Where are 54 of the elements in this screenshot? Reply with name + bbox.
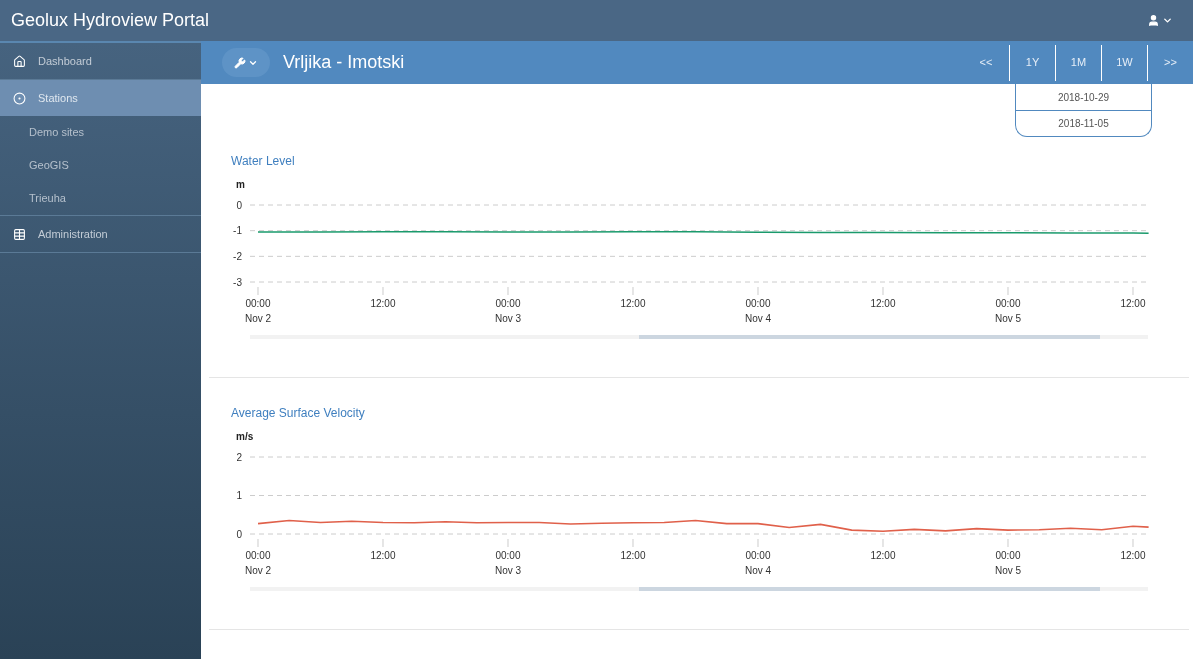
x-tick-label: 12:00 [370,298,396,309]
date-option[interactable]: 2018-10-29 [1016,84,1151,110]
app-title: Geolux Hydroview Portal [11,9,210,32]
chart-scrollbar[interactable] [250,587,1148,591]
wrench-icon [234,56,246,69]
x-tick-label: 12:00 [870,550,896,561]
x-tick-label: 12:00 [1120,298,1146,309]
x-tick-label: 00:00 Nov 4 [744,550,772,576]
x-tick-label: 00:00 Nov 5 [994,550,1022,576]
user-icon [1147,14,1160,27]
date-option[interactable]: 2018-11-05 [1016,110,1151,136]
x-tick-label: 00:00 Nov 3 [494,550,522,576]
target-icon [13,91,26,105]
scrollbar-thumb[interactable] [639,335,1100,339]
axis-unit: m/s [236,431,254,442]
sidebar-item[interactable]: Stations [0,80,201,116]
range-button[interactable]: 1W [1101,44,1147,81]
y-tick-label: -1 [233,225,242,237]
grid-icon [13,227,26,241]
sidebar-subitem[interactable]: Trieuha [0,182,201,215]
x-tick-label: 12:00 [370,550,396,561]
x-tick-label: 00:00 Nov 2 [244,550,272,576]
y-tick-label: 0 [236,528,242,540]
home-icon [13,54,26,68]
scrollbar-thumb[interactable] [639,587,1100,591]
y-tick-label: 0 [236,199,242,211]
x-tick-label: 00:00 Nov 5 [994,298,1022,324]
chart-title: Average Surface Velocity [230,405,366,422]
x-tick-label: 12:00 [620,550,646,561]
user-menu-button[interactable] [1147,14,1173,27]
range-button[interactable]: 1Y [1009,44,1055,81]
caret-icon [1162,15,1173,26]
y-tick-label: 2 [236,451,242,463]
y-tick-label: -2 [233,250,242,262]
x-tick-label: 12:00 [870,298,896,309]
sidebar-subitem[interactable]: Demo sites [0,116,201,149]
sidebar-item[interactable]: Administration [0,216,201,252]
sidebar-subitem[interactable]: GeoGIS [0,149,201,182]
x-tick-label: 00:00 Nov 2 [244,298,272,324]
axis-unit: m [236,179,245,190]
y-tick-label: -3 [233,276,242,288]
range-button[interactable]: >> [1147,44,1193,81]
range-button[interactable]: 1M [1055,44,1101,81]
x-tick-label: 12:00 [1120,550,1146,561]
range-button[interactable]: << [963,44,1009,81]
x-tick-label: 00:00 Nov 3 [494,298,522,324]
station-title: Vrljika - Imotski [283,51,405,74]
sidebar-item[interactable]: Dashboard [0,43,201,79]
x-tick-label: 00:00 Nov 4 [744,298,772,324]
tools-button[interactable] [222,48,270,77]
x-tick-label: 12:00 [620,298,646,309]
chart-scrollbar[interactable] [250,335,1148,339]
chart-title: Water Level [230,153,296,170]
y-tick-label: 1 [236,490,242,501]
